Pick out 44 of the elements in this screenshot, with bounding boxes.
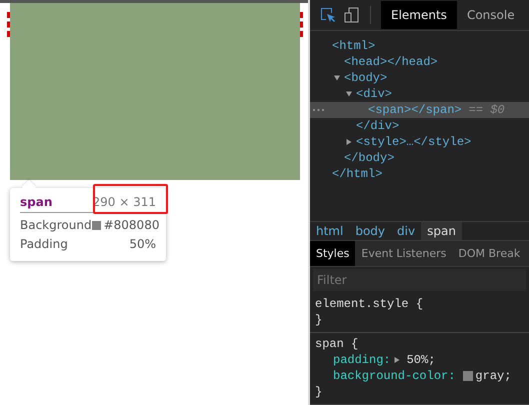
expand-icon[interactable] <box>346 139 352 146</box>
dom-node[interactable]: </div> <box>356 119 400 134</box>
dom-node[interactable]: <span></span> <box>368 103 462 118</box>
tooltip-value: 50% <box>129 236 156 253</box>
dom-node[interactable]: <html> <box>332 39 376 54</box>
more-icon[interactable] <box>313 109 324 112</box>
inspect-icon[interactable] <box>320 7 336 24</box>
pane-tab[interactable]: Styles <box>310 241 356 266</box>
filter-field[interactable]: Filter <box>313 269 526 291</box>
node-reference: == $0 <box>468 103 505 118</box>
dom-node[interactable]: </html> <box>332 167 382 182</box>
dom-node[interactable]: <head></head> <box>344 55 438 70</box>
expand-icon[interactable] <box>334 75 340 82</box>
breadcrumb[interactable]: span <box>421 222 462 240</box>
pane-tab[interactable]: DOM Break <box>452 241 526 266</box>
dom-node[interactable]: <style>…</style> <box>356 135 472 150</box>
breadcrumb[interactable]: body <box>349 222 392 240</box>
device-icon[interactable] <box>344 7 360 24</box>
color-swatch[interactable] <box>463 371 474 381</box>
pane-tab[interactable]: Event Listeners <box>355 241 452 266</box>
tooltip-label: Padding <box>20 236 68 253</box>
expand-icon[interactable] <box>346 91 352 98</box>
tooltip-tag: span <box>20 195 52 209</box>
rule-selector: span { <box>315 336 360 352</box>
breadcrumb[interactable]: div <box>391 222 422 240</box>
expand-icon[interactable] <box>394 357 400 363</box>
breadcrumb[interactable]: html <box>310 222 350 240</box>
css-value[interactable]: gray; <box>475 368 512 384</box>
panel-tab[interactable]: Elements <box>381 1 457 30</box>
rule-close: } <box>315 384 324 400</box>
tooltip-value: #808080 <box>104 217 160 234</box>
css-property[interactable]: background-color: <box>333 368 456 384</box>
guide-line <box>7 12 10 37</box>
rule-selector: element.style { <box>315 296 424 312</box>
panel-tab[interactable]: Console <box>456 1 525 30</box>
tooltip-label: Background <box>20 217 92 234</box>
guide-line <box>300 12 303 37</box>
rule-close: } <box>315 312 324 328</box>
dom-node[interactable]: </body> <box>344 151 394 166</box>
dom-node[interactable]: <div> <box>356 87 392 102</box>
dom-node[interactable]: <body> <box>344 71 388 86</box>
selected-row[interactable]: <span></span> == $0 <box>310 102 529 118</box>
css-value[interactable]: 50%; <box>406 352 436 368</box>
css-property[interactable]: padding: <box>333 352 391 368</box>
